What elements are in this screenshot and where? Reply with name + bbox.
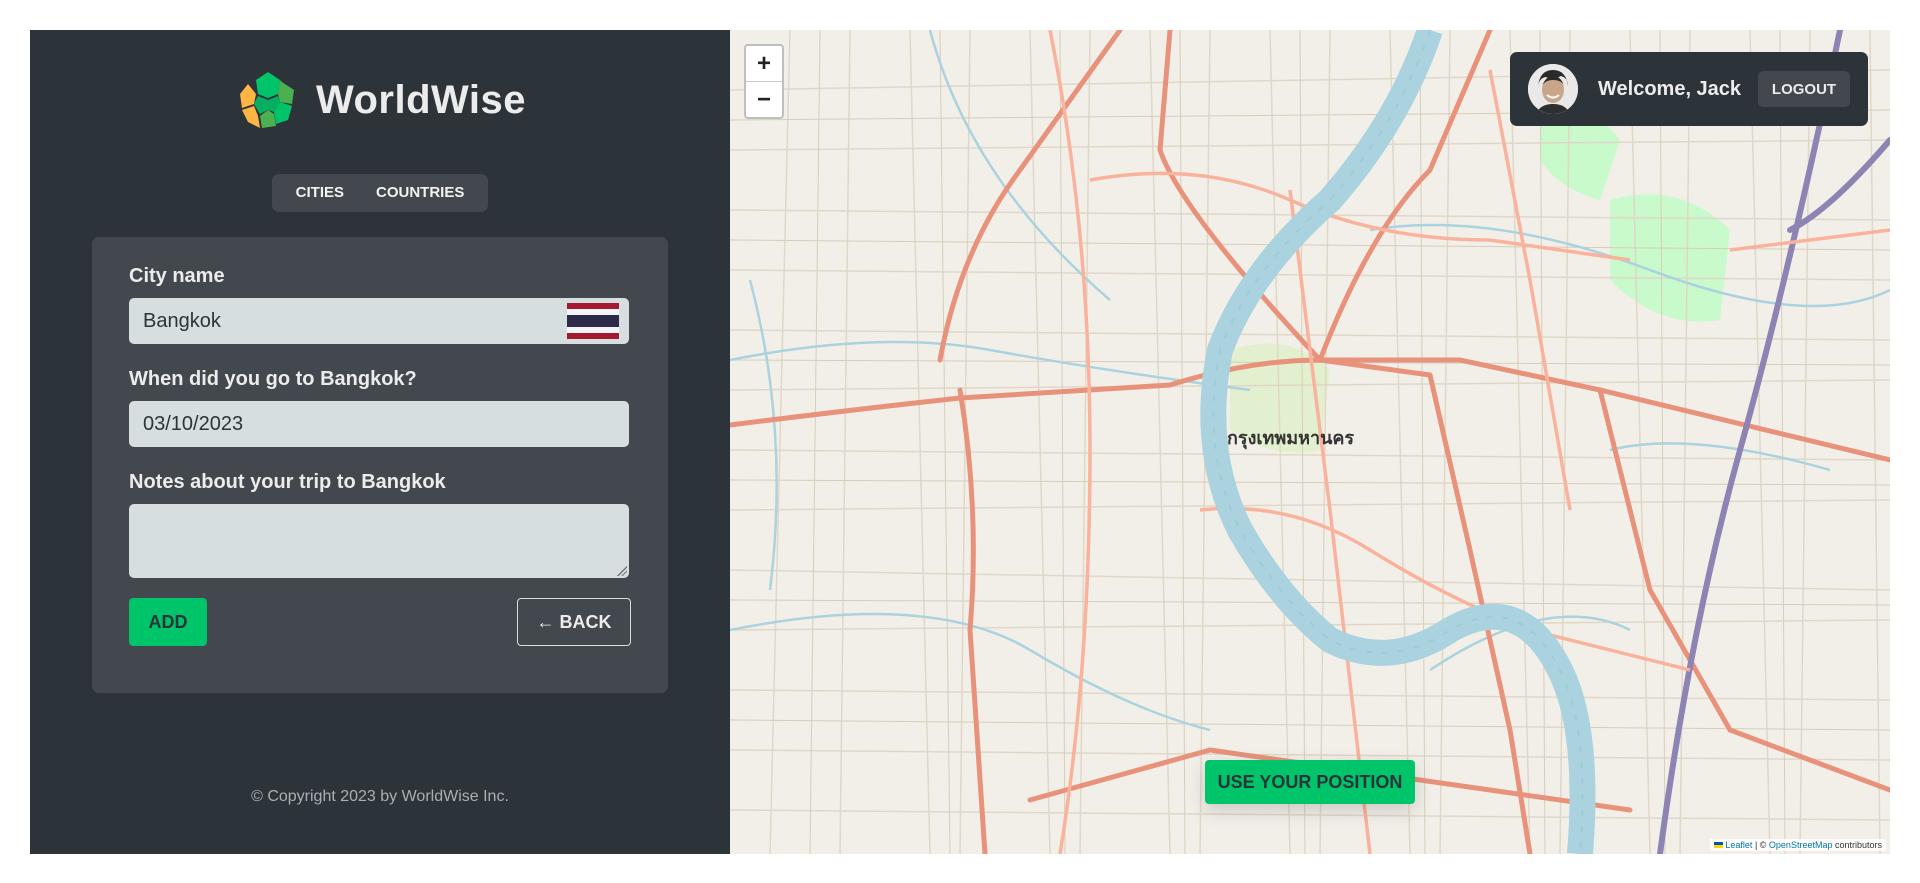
zoom-in-button[interactable]: + xyxy=(746,46,782,82)
city-name-field: City name Bangkok xyxy=(129,265,631,344)
thailand-flag-icon xyxy=(567,303,619,339)
nav-countries-link[interactable]: COUNTRIES xyxy=(360,174,480,212)
nav-cities-link[interactable]: CITIES xyxy=(280,174,360,212)
date-input[interactable]: 03/10/2023 xyxy=(129,401,629,447)
notes-field: Notes about your trip to Bangkok xyxy=(129,471,631,578)
copyright: © Copyright 2023 by WorldWise Inc. xyxy=(251,788,509,805)
add-button[interactable]: ADD xyxy=(129,598,207,646)
logout-button[interactable]: LOGOUT xyxy=(1758,71,1850,107)
osm-link[interactable]: OpenStreetMap xyxy=(1769,840,1833,850)
attribution-separator: | © xyxy=(1752,840,1769,850)
sidebar: WorldWise CITIES COUNTRIES City name Ban… xyxy=(30,30,730,854)
app-layout: WorldWise CITIES COUNTRIES City name Ban… xyxy=(30,30,1890,854)
form-actions: ADD ← BACK xyxy=(129,598,631,646)
logo[interactable]: WorldWise xyxy=(234,66,526,134)
brand-name: WorldWise xyxy=(315,77,527,122)
avatar-photo xyxy=(1528,64,1578,114)
notes-label: Notes about your trip to Bangkok xyxy=(129,471,446,493)
use-position-button[interactable]: USE YOUR POSITION xyxy=(1205,760,1415,804)
zoom-control: + − xyxy=(744,44,784,119)
add-city-form: City name Bangkok When did you go to Ban… xyxy=(92,237,668,693)
date-field: When did you go to Bangkok? 03/10/2023 xyxy=(129,368,631,447)
ukraine-flag-icon xyxy=(1713,842,1723,848)
zoom-out-button[interactable]: − xyxy=(746,82,782,117)
user-panel: Welcome, Jack LOGOUT xyxy=(1510,52,1868,126)
attribution-suffix: contributors xyxy=(1832,840,1882,850)
resize-handle-icon[interactable] xyxy=(617,566,627,576)
city-name-input[interactable]: Bangkok xyxy=(129,298,629,344)
map-city-label: กรุงเทพมหานคร xyxy=(1227,428,1355,449)
map-container[interactable]: กรุงเทพมหานคร + − Welcome, Jack LOGOUT U… xyxy=(730,30,1890,854)
leaflet-link[interactable]: Leaflet xyxy=(1725,840,1752,850)
city-name-label: City name xyxy=(129,265,225,287)
worldwise-logo-icon xyxy=(234,67,301,133)
map-attribution: Leaflet | © OpenStreetMap contributors xyxy=(1709,839,1886,851)
app-nav: CITIES COUNTRIES xyxy=(271,174,489,212)
avatar xyxy=(1528,64,1578,114)
welcome-text: Welcome, Jack xyxy=(1598,77,1742,100)
date-label: When did you go to Bangkok? xyxy=(129,368,417,390)
back-button[interactable]: ← BACK xyxy=(517,598,631,646)
notes-textarea[interactable] xyxy=(129,504,629,578)
